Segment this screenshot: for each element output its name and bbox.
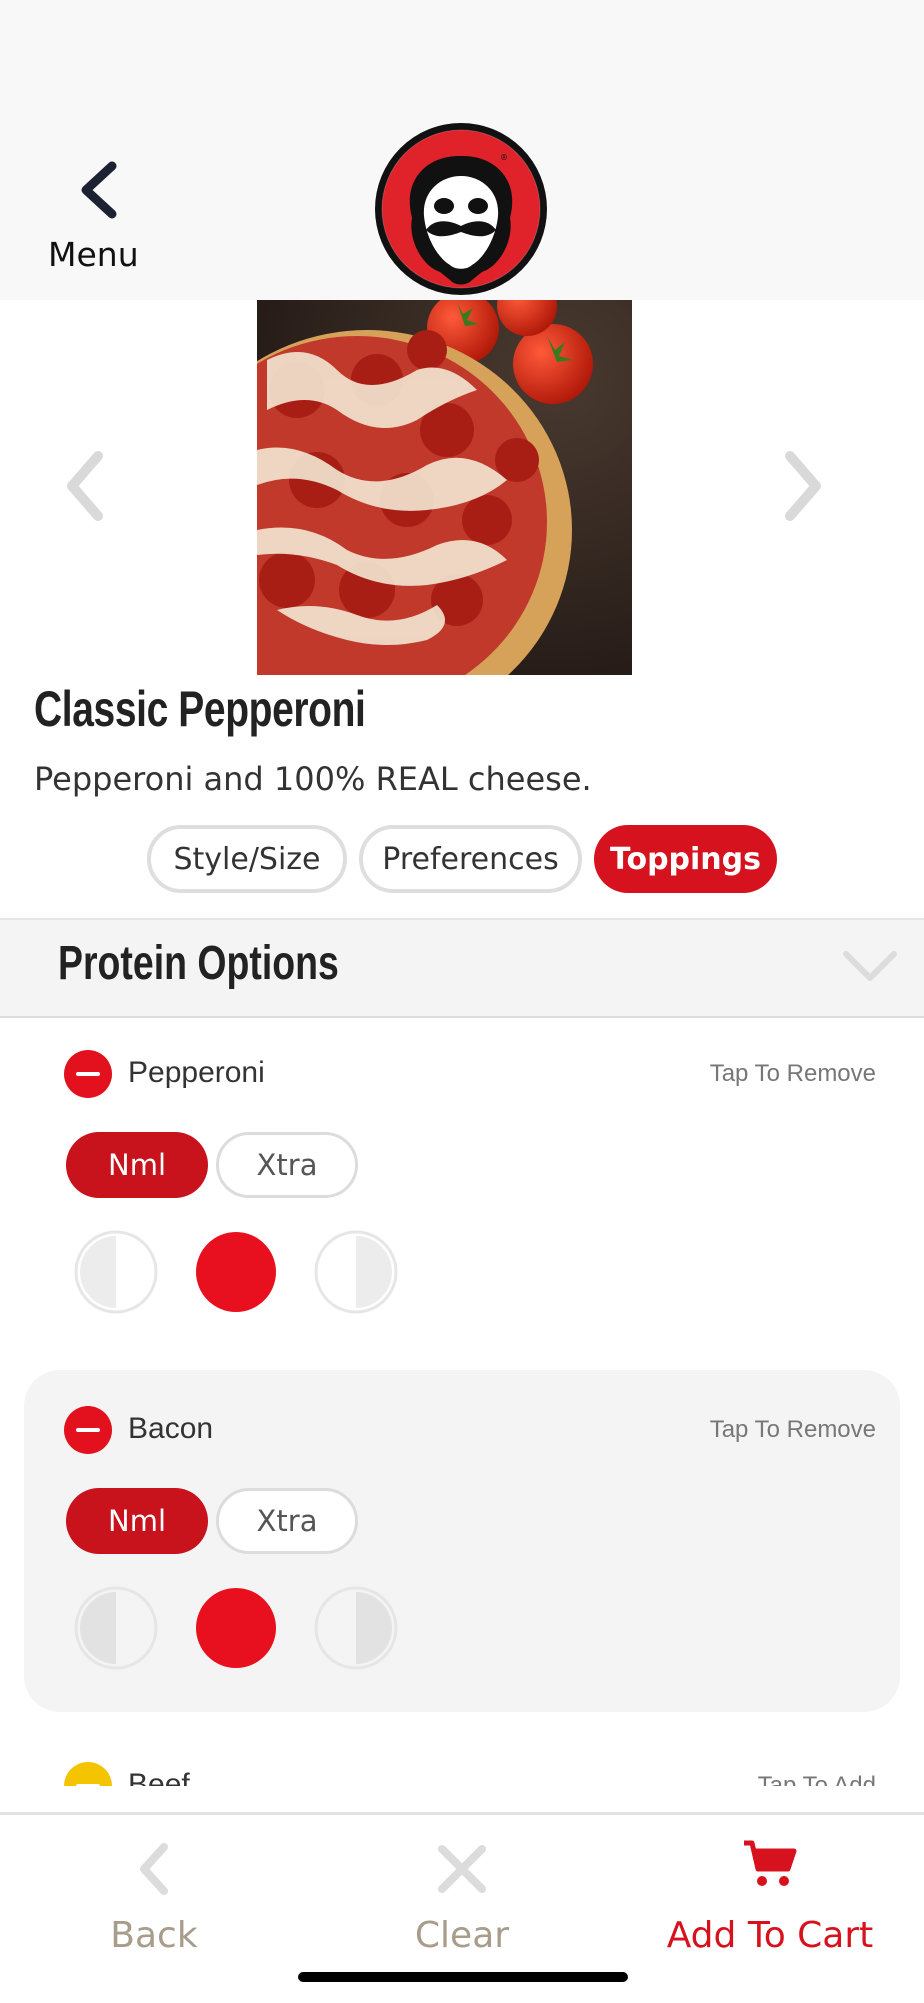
- whole-coverage-button[interactable]: [194, 1230, 278, 1314]
- add-to-cart-label: Add To Cart: [666, 1915, 874, 1956]
- remove-topping-button[interactable]: [64, 1050, 112, 1098]
- left-half-coverage-button[interactable]: [74, 1586, 158, 1670]
- topping-name: Beef: [128, 1768, 190, 1786]
- amount-normal-button[interactable]: Nml: [66, 1488, 208, 1554]
- left-half-coverage-button[interactable]: [74, 1230, 158, 1314]
- amount-extra-button[interactable]: Xtra: [216, 1132, 358, 1198]
- product-image: [257, 300, 632, 675]
- tab-toppings[interactable]: Toppings: [594, 825, 777, 893]
- right-half-coverage-button[interactable]: [314, 1230, 398, 1314]
- back-to-menu-button[interactable]: Menu: [38, 160, 148, 280]
- add-to-cart-button[interactable]: Add To Cart: [616, 1815, 924, 1975]
- minus-icon: [76, 1428, 100, 1432]
- tab-preferences[interactable]: Preferences: [359, 825, 582, 893]
- topping-action-hint[interactable]: Tap To Remove: [710, 1060, 876, 1088]
- shopping-cart-icon: [744, 1840, 797, 1886]
- previous-image-button[interactable]: [60, 448, 110, 524]
- clear-label: Clear: [414, 1915, 510, 1956]
- add-topping-button[interactable]: [64, 1762, 112, 1786]
- back-button[interactable]: Back: [0, 1815, 308, 1975]
- close-icon: [438, 1845, 486, 1893]
- clear-button[interactable]: Clear: [308, 1815, 616, 1975]
- section-title: Protein Options: [58, 937, 339, 990]
- back-to-menu-label: Menu: [48, 235, 139, 274]
- whole-coverage-button[interactable]: [194, 1586, 278, 1670]
- svg-text:®: ®: [500, 153, 508, 162]
- chevron-left-icon: [81, 161, 117, 219]
- chevron-left-icon: [140, 1843, 168, 1895]
- chevron-down-icon: [843, 951, 897, 981]
- protein-options-section-header[interactable]: Protein Options: [0, 918, 924, 1018]
- topping-row-beef: Beef Tap To Add: [0, 1760, 924, 1786]
- product-description: Pepperoni and 100% REAL cheese.: [34, 760, 592, 798]
- topping-name: Pepperoni: [128, 1056, 265, 1089]
- topping-row-bacon: Bacon Tap To Remove Nml Xtra: [24, 1370, 900, 1712]
- right-half-coverage-button[interactable]: [314, 1586, 398, 1670]
- next-image-button[interactable]: [778, 448, 828, 524]
- topping-action-hint[interactable]: Tap To Remove: [710, 1416, 876, 1444]
- amount-extra-button[interactable]: Xtra: [216, 1488, 358, 1554]
- back-label: Back: [110, 1915, 198, 1956]
- plus-icon: [76, 1784, 100, 1786]
- topping-action-hint[interactable]: Tap To Add: [758, 1772, 876, 1786]
- remove-topping-button[interactable]: [64, 1406, 112, 1454]
- topping-name: Bacon: [128, 1412, 214, 1445]
- product-title: Classic Pepperoni: [34, 681, 366, 737]
- brand-logo[interactable]: ®: [372, 120, 550, 298]
- minus-icon: [76, 1072, 100, 1076]
- tab-style-size[interactable]: Style/Size: [147, 825, 347, 893]
- amount-normal-button[interactable]: Nml: [66, 1132, 208, 1198]
- home-indicator: [298, 1972, 628, 1982]
- topping-row-pepperoni: Pepperoni Tap To Remove Nml Xtra: [0, 1016, 924, 1358]
